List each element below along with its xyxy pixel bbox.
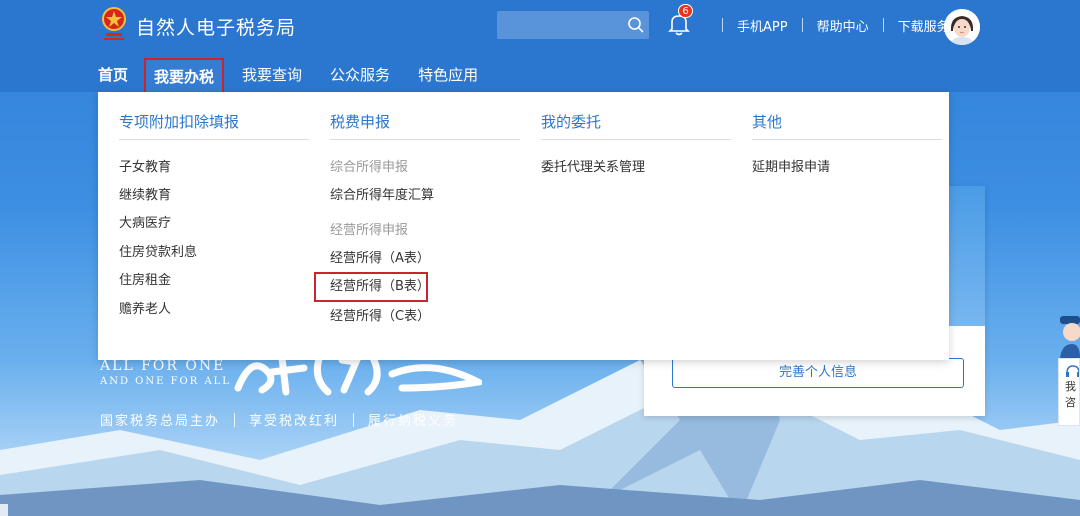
slogan-part-1: 国家税务总局主办 <box>100 414 221 429</box>
link-separator <box>801 18 803 32</box>
col-title-special-deduction[interactable]: 专项附加扣除填报 <box>119 111 239 132</box>
floating-customer-service[interactable]: 我 咨 <box>1058 314 1080 426</box>
search-icon[interactable] <box>627 16 645 34</box>
link-separator <box>882 18 884 32</box>
bottom-cut-text <box>0 504 8 516</box>
col-title-tax-declaration[interactable]: 税费申报 <box>330 111 390 132</box>
service-panel-text-1: 我 <box>1065 380 1076 393</box>
user-avatar-icon <box>944 9 980 45</box>
tax-handling-dropdown: 专项附加扣除填报 子女教育 继续教育 大病医疗 住房贷款利息 住房租金 赡养老人… <box>98 92 949 360</box>
nav-home[interactable]: 首页 <box>98 58 128 94</box>
top-links: 手机APP 帮助中心 下载服务 <box>708 16 950 35</box>
menu-item-continuing-education[interactable]: 继续教育 <box>119 186 171 206</box>
menu-item-business-income-b[interactable]: 经营所得（B表） <box>314 272 430 302</box>
col-title-my-delegation[interactable]: 我的委托 <box>541 111 601 132</box>
menu-item-children-education[interactable]: 子女教育 <box>119 158 171 178</box>
slogan-part-3: 履行纳税义务 <box>368 414 459 429</box>
slogan-part-2: 享受税改红利 <box>249 414 340 429</box>
tax-bureau-logo-icon[interactable] <box>98 6 130 44</box>
slogan-line: 国家税务总局主办 享受税改红利 履行纳税义务 <box>100 410 458 429</box>
nav-special-apps[interactable]: 特色应用 <box>418 58 478 94</box>
search-input[interactable] <box>497 11 649 39</box>
menu-item-business-income-c[interactable]: 经营所得（C表） <box>330 307 430 327</box>
slogan-english-line-2: AND ONE FOR ALL <box>100 376 231 387</box>
slogan-english-line-1: ALL FOR ONE <box>100 358 226 374</box>
menu-item-elderly-support[interactable]: 赡养老人 <box>119 300 171 320</box>
mobile-app-link[interactable]: 手机APP <box>737 16 788 35</box>
nav-query[interactable]: 我要查询 <box>242 58 302 94</box>
link-separator <box>722 18 723 32</box>
col-title-other[interactable]: 其他 <box>752 111 782 132</box>
slogan-separator <box>234 412 236 427</box>
col-divider <box>119 139 309 140</box>
col-divider <box>752 139 942 140</box>
menu-item-housing-rent[interactable]: 住房租金 <box>119 271 171 291</box>
service-panel[interactable]: 我 咨 <box>1058 358 1080 426</box>
menu-item-business-income-a[interactable]: 经营所得（A表） <box>330 249 430 269</box>
col-divider <box>541 139 731 140</box>
nav-public-service[interactable]: 公众服务 <box>330 58 390 94</box>
menu-item-deferred-declaration[interactable]: 延期申报申请 <box>752 158 830 178</box>
menu-group-business-income: 经营所得申报 <box>330 223 409 238</box>
headset-icon <box>1066 365 1079 377</box>
top-header: 自然人电子税务局 6 手机APP 帮助中心 下载服务 首页 我要办税 我要查询 … <box>0 0 1080 94</box>
complete-profile-button[interactable]: 完善个人信息 <box>672 358 964 388</box>
col-divider <box>330 139 520 140</box>
site-title[interactable]: 自然人电子税务局 <box>136 13 296 40</box>
download-service-link[interactable]: 下载服务 <box>898 16 950 35</box>
menu-item-annual-reconciliation[interactable]: 综合所得年度汇算 <box>330 186 434 206</box>
user-avatar[interactable] <box>944 9 980 45</box>
notification-count-badge: 6 <box>678 4 693 18</box>
nav-tax-handling[interactable]: 我要办税 <box>144 58 225 94</box>
menu-item-serious-illness[interactable]: 大病医疗 <box>119 214 171 234</box>
menu-item-mortgage-interest[interactable]: 住房贷款利息 <box>119 243 197 263</box>
main-nav: 首页 我要办税 我要查询 公众服务 特色应用 <box>98 58 506 94</box>
service-agent-icon <box>1060 316 1080 358</box>
service-panel-text-2: 咨 <box>1065 396 1076 409</box>
help-center-link[interactable]: 帮助中心 <box>817 16 869 35</box>
menu-group-comprehensive-income: 综合所得申报 <box>330 160 409 175</box>
slogan-separator <box>353 412 355 427</box>
menu-item-delegation-management[interactable]: 委托代理关系管理 <box>541 158 645 178</box>
